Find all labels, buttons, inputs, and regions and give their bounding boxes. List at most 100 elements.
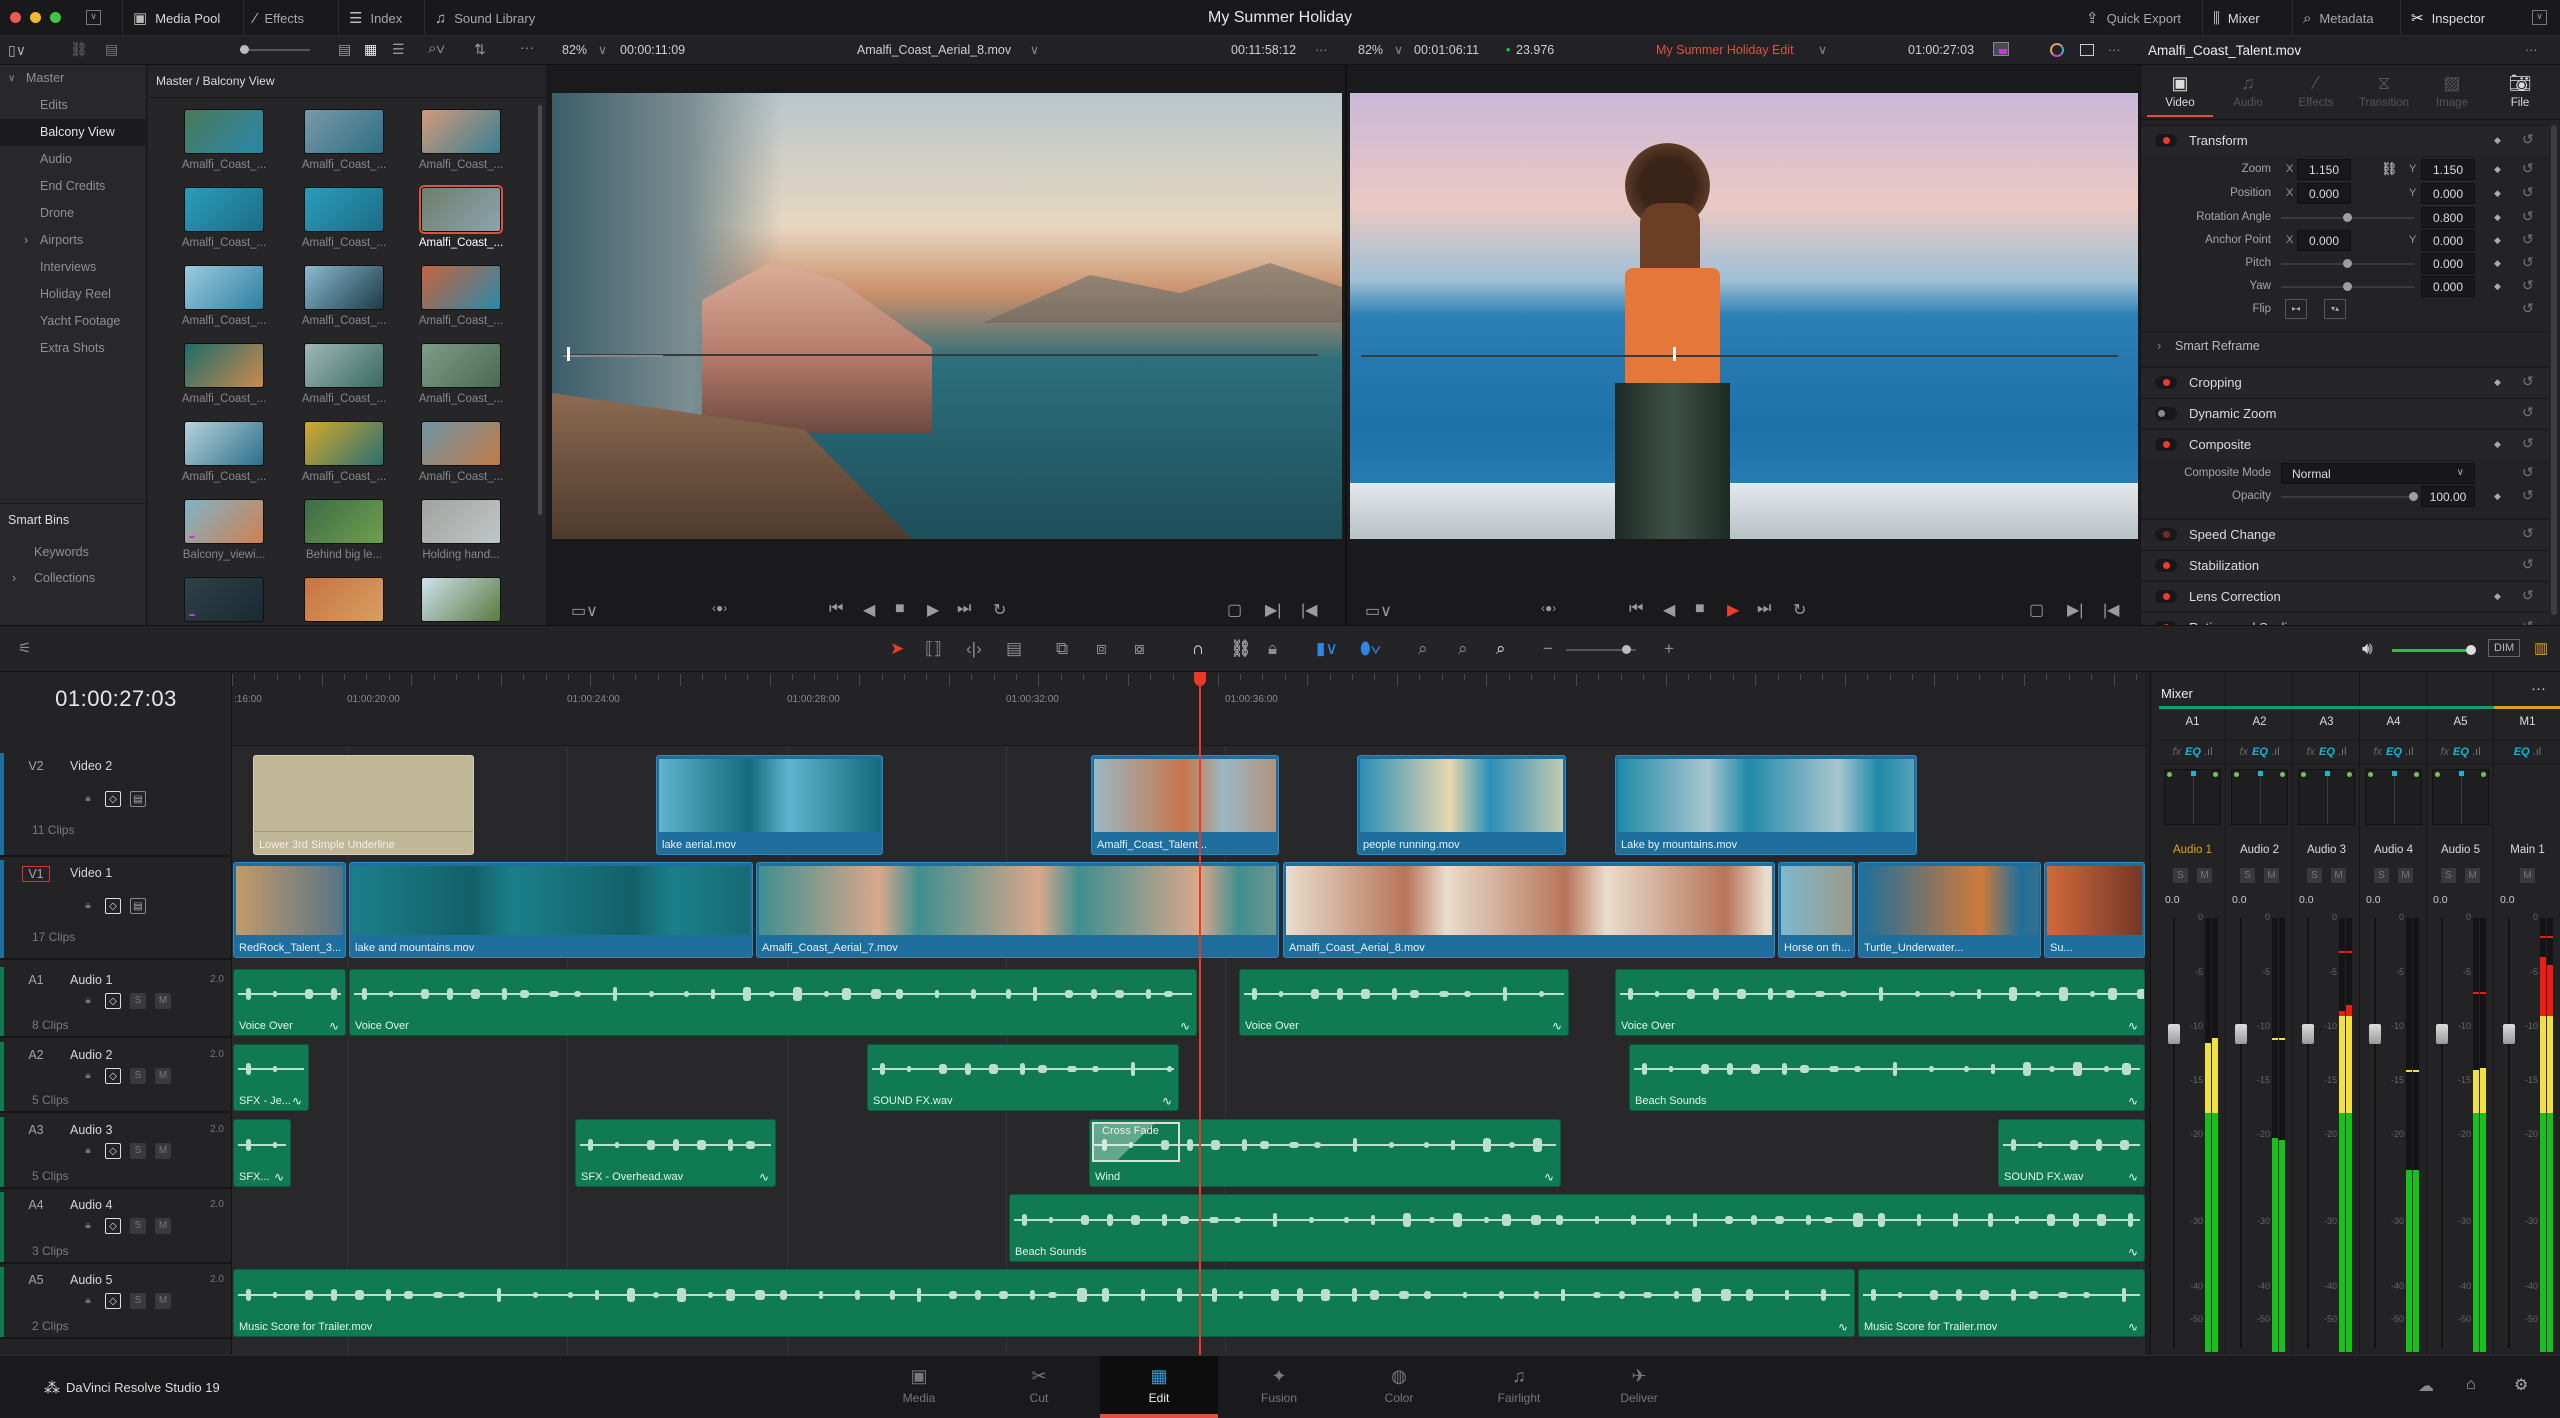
eq-button[interactable]: EQ xyxy=(2319,746,2335,758)
clip-thumbnail[interactable] xyxy=(304,187,384,232)
pitch-slider[interactable] xyxy=(2281,259,2414,268)
rotation-slider[interactable] xyxy=(2281,213,2414,222)
solo-button[interactable]: S xyxy=(2173,868,2188,883)
effects-button[interactable]: ⁄ Effects xyxy=(243,0,314,36)
clip-thumbnail[interactable] xyxy=(421,421,501,466)
chevron-down-icon[interactable]: ∨ xyxy=(598,36,607,65)
source-options-icon[interactable]: ··· xyxy=(1315,36,1328,65)
audio-clip[interactable]: Beach Sounds ∿ xyxy=(1009,1194,2145,1262)
reset-icon[interactable]: ↺ xyxy=(2522,277,2534,294)
solo-button[interactable]: S xyxy=(130,1218,146,1234)
clip-thumbnail[interactable] xyxy=(421,343,501,388)
play-reverse-icon[interactable]: ◀ xyxy=(863,600,875,620)
auto-select-icon[interactable]: ◇ xyxy=(105,898,121,914)
mute-button[interactable]: M xyxy=(2197,868,2212,883)
mark-in-icon[interactable]: ▶| xyxy=(2067,600,2083,620)
video-clip[interactable]: Amalfi_Coast_Aerial_8.mov xyxy=(1283,862,1775,958)
stop-icon[interactable]: ■ xyxy=(1695,600,1705,618)
eq-button[interactable]: EQ xyxy=(2453,746,2469,758)
clip-thumbnail[interactable] xyxy=(184,421,264,466)
reset-icon[interactable]: ↺ xyxy=(2522,231,2534,248)
solo-button[interactable]: S xyxy=(2374,868,2389,883)
timeline-zoom-dropdown[interactable]: 82% xyxy=(1358,36,1383,65)
inspector-tab-video[interactable]: ▣ Video xyxy=(2147,73,2213,117)
smart-reframe-section[interactable]: › Smart Reframe xyxy=(2141,331,2549,361)
track-id[interactable]: A3 xyxy=(22,1123,50,1137)
mute-button[interactable]: M xyxy=(155,993,171,1009)
skip-to-end-icon[interactable]: ⏭ xyxy=(1757,600,1771,618)
pan-control[interactable] xyxy=(2432,769,2489,825)
enable-toggle[interactable] xyxy=(2155,134,2177,147)
bin-item[interactable]: Interviews xyxy=(0,254,146,281)
audio-clip[interactable]: Wind ∿ Cross Fade xyxy=(1089,1119,1561,1187)
clip-thumbnail[interactable] xyxy=(184,265,264,310)
skip-to-end-icon[interactable]: ⏭ xyxy=(957,600,971,618)
clip-thumbnail[interactable] xyxy=(304,499,384,544)
position-y-field[interactable]: 0.000 xyxy=(2421,183,2475,204)
clip-thumbnail[interactable] xyxy=(304,577,384,622)
keyframe-icon[interactable]: ◆ xyxy=(2494,235,2501,246)
reset-icon[interactable]: ↺ xyxy=(2522,160,2534,177)
pan-control[interactable] xyxy=(2298,769,2355,825)
jog-control-icon[interactable]: ‹●› xyxy=(1541,601,1556,615)
index-button[interactable]: ☰ Index xyxy=(338,0,412,36)
pitch-field[interactable]: 0.000 xyxy=(2421,253,2475,274)
subtitle-icon[interactable]: ▤ xyxy=(105,41,118,58)
timeline-zoom-slider[interactable] xyxy=(1566,645,1636,654)
bin-item[interactable]: Edits xyxy=(0,92,146,119)
audio-clip[interactable]: Voice Over ∿ xyxy=(233,969,346,1036)
timeline-ruler[interactable]: :16:00 01:00:20:00 01:00:24:00 01:00:28:00 0… xyxy=(232,672,2145,746)
volume-slider[interactable] xyxy=(2392,645,2476,655)
lock-track-icon[interactable]: 🔒︎ xyxy=(80,898,96,914)
reset-icon[interactable]: ↺ xyxy=(2522,300,2534,317)
enable-toggle[interactable] xyxy=(2155,376,2177,389)
clip-thumbnail[interactable] xyxy=(421,499,501,544)
position-lock-icon[interactable]: 🔒︎ xyxy=(1268,639,1277,659)
video-clip[interactable]: lake aerial.mov xyxy=(656,755,883,855)
meters-icon[interactable]: ▥ xyxy=(2534,639,2548,657)
enable-toggle[interactable] xyxy=(2155,559,2177,572)
audio-clip[interactable]: Music Score for Trailer.mov ∿ xyxy=(1858,1269,2145,1337)
thumbnail-size-slider[interactable] xyxy=(240,45,310,54)
page-tab-fairlight[interactable]: ♫ Fairlight xyxy=(1460,1356,1578,1418)
mark-in-icon[interactable]: ▶| xyxy=(1265,600,1281,620)
reset-icon[interactable]: ↺ xyxy=(2522,373,2534,390)
page-tab-edit[interactable]: ▦ Edit xyxy=(1100,1356,1218,1418)
clip-thumbnail[interactable] xyxy=(419,185,503,234)
auto-select-icon[interactable]: ◇ xyxy=(105,1293,121,1309)
solo-button[interactable]: S xyxy=(130,1143,146,1159)
audio-clip[interactable]: Voice Over ∿ xyxy=(1615,969,2145,1036)
flip-horizontal-button[interactable]: ▸◂ xyxy=(2285,299,2307,319)
cross-fade-transition[interactable]: Cross Fade xyxy=(1092,1122,1180,1162)
mute-button[interactable]: M xyxy=(2331,868,2346,883)
audio-clip[interactable]: SOUND FX.wav ∿ xyxy=(867,1044,1179,1111)
clip-thumbnail[interactable] xyxy=(304,343,384,388)
source-playhead[interactable] xyxy=(567,347,570,361)
reset-icon[interactable]: ↺ xyxy=(2522,404,2534,421)
more-options-icon[interactable]: ··· xyxy=(520,39,534,55)
clip-thumbnail[interactable] xyxy=(184,187,264,232)
eq-button[interactable]: EQ xyxy=(2252,746,2268,758)
color-wheel-icon[interactable] xyxy=(2050,43,2064,57)
playhead[interactable] xyxy=(1199,672,1201,1355)
yaw-field[interactable]: 0.000 xyxy=(2421,276,2475,297)
solo-button[interactable]: S xyxy=(130,1293,146,1309)
timeline-video-frame[interactable] xyxy=(1350,93,2138,539)
track-id[interactable]: A5 xyxy=(22,1273,50,1287)
solo-button[interactable]: S xyxy=(2240,868,2255,883)
page-tab-media[interactable]: ▣ Media xyxy=(860,1356,978,1418)
keyframe-icon[interactable]: ◆ xyxy=(2494,281,2501,292)
play-icon[interactable]: ▶ xyxy=(927,600,939,620)
replace-clip-icon[interactable]: ⧇ xyxy=(1134,639,1145,659)
source-video-frame[interactable] xyxy=(552,93,1342,539)
match-frame-icon[interactable]: ▢ xyxy=(1227,600,1242,620)
reset-icon[interactable]: ↺ xyxy=(2522,208,2534,225)
reset-icon[interactable]: ↺ xyxy=(2522,131,2534,148)
panel-options-icon[interactable]: ∨ xyxy=(2532,10,2547,25)
speed-change-section[interactable]: Speed Change ↺ xyxy=(2141,519,2549,549)
audio-clip[interactable]: SOUND FX.wav ∿ xyxy=(1998,1119,2145,1187)
skip-to-start-icon[interactable]: ⏮ xyxy=(1629,600,1643,618)
inspector-tab-audio[interactable]: ♫ Audio xyxy=(2215,73,2281,109)
viewer-overlay-icon[interactable]: ▭∨ xyxy=(1365,601,1392,621)
bin-item[interactable]: Balcony View xyxy=(0,119,146,146)
